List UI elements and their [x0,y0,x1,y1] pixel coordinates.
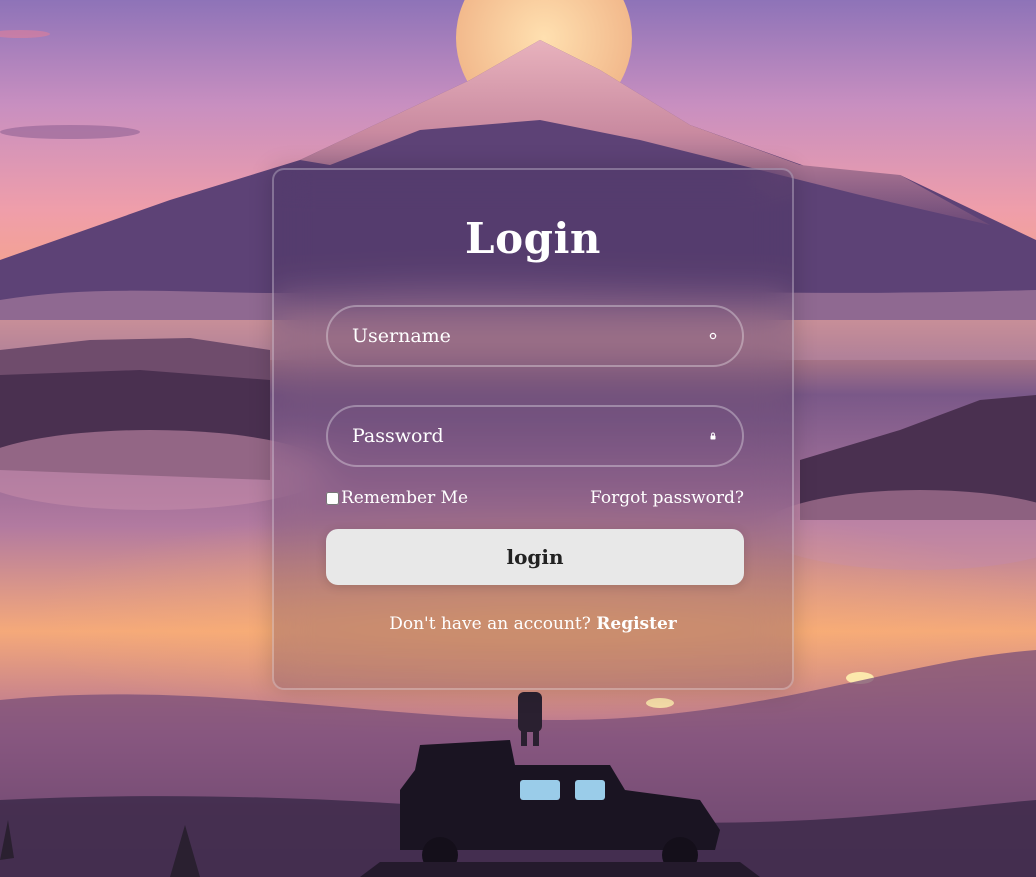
remember-me-label: Remember Me [341,488,469,508]
forgot-password-link[interactable]: Forgot password? [590,488,744,508]
register-prompt-text: Don't have an account? [389,614,591,634]
remember-me[interactable]: Remember Me [326,488,468,508]
remember-me-checkbox[interactable] [326,491,339,505]
lock-icon [708,431,718,441]
login-options-row: Remember Me Forgot password? [326,488,744,512]
username-input[interactable] [328,307,742,365]
password-field[interactable] [326,405,744,467]
username-field[interactable] [326,305,744,367]
register-prompt-line: Don't have an account? Register [274,614,792,634]
login-button[interactable]: login [326,529,744,585]
login-card: Login Remember Me Forgot password? login… [272,168,794,690]
password-input[interactable] [328,407,742,465]
register-link[interactable]: Register [596,614,676,634]
user-icon [708,331,718,341]
login-title: Login [465,214,601,263]
